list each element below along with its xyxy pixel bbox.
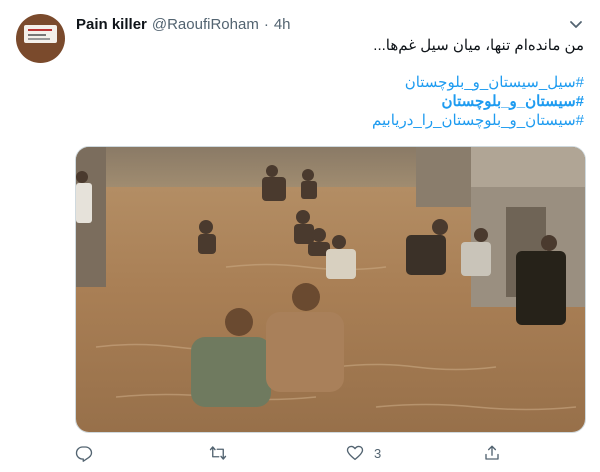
separator-dot: · [263, 15, 269, 33]
user-handle[interactable]: @RaoufiRoham [152, 16, 259, 33]
more-options-chevron-icon[interactable] [566, 14, 586, 34]
tweet-media-image[interactable] [75, 146, 586, 433]
like-button[interactable]: 3 [346, 443, 381, 463]
hashtag-link[interactable]: #سیل_سیستان_و_بلوچستان [84, 73, 584, 92]
like-count: 3 [374, 445, 382, 461]
share-icon [485, 445, 499, 460]
hashtag-link[interactable]: #سیستان_و_بلوچستان [84, 92, 584, 111]
tweet-body: من مانده‌ام تنها، میان سیل غم‌ها... #سیل… [84, 36, 584, 130]
share-button[interactable] [483, 443, 511, 463]
retweet-button[interactable] [209, 443, 237, 463]
timestamp[interactable]: 4h [274, 16, 291, 33]
heart-icon [346, 445, 364, 461]
reply-icon [75, 446, 93, 462]
display-name[interactable]: Pain killer [76, 16, 147, 33]
tweet[interactable]: Pain killer @RaoufiRoham · 4h من مانده‌ا… [0, 0, 600, 472]
avatar[interactable] [16, 14, 65, 63]
tweet-actions: 3 [75, 443, 584, 463]
flood-photo-icon [76, 147, 585, 432]
retweet-icon [209, 446, 227, 460]
hashtag-link[interactable]: #سیستان_و_بلوچستان_را_دریابیم [84, 111, 584, 130]
avatar-card [24, 25, 57, 43]
reply-button[interactable] [75, 443, 103, 463]
tweet-header: Pain killer @RaoufiRoham · 4h [76, 14, 291, 34]
tweet-text: من مانده‌ام تنها، میان سیل غم‌ها... [373, 37, 584, 54]
